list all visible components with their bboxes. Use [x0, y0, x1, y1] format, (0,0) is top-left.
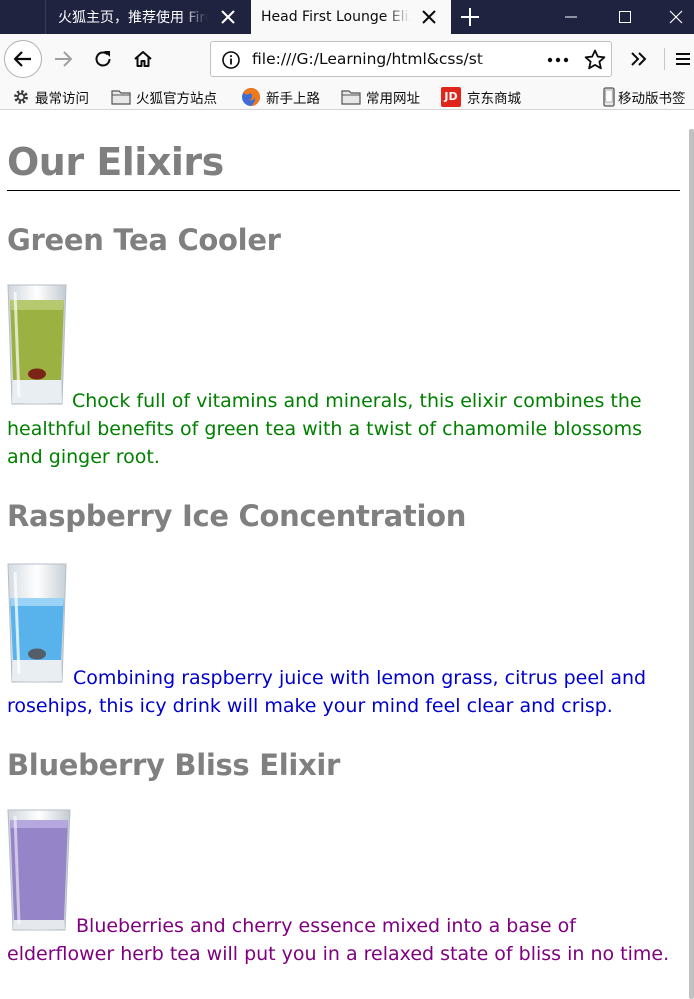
- vertical-scrollbar[interactable]: [689, 129, 694, 999]
- folder-icon: [111, 90, 131, 105]
- tab-firefox-home[interactable]: 火狐主页，推荐使用 Firefox: [46, 0, 250, 34]
- description-line: rosehips, this icy drink will make your …: [7, 695, 613, 717]
- description-line: Blueberries and cherry essence mixed int…: [76, 915, 576, 937]
- drink-heading-raspberry: Raspberry Ice Concentration: [7, 499, 467, 533]
- close-icon: [669, 10, 683, 24]
- drink-heading-blueberry: Blueberry Bliss Elixir: [7, 748, 341, 782]
- menu-button[interactable]: [672, 44, 694, 74]
- description-line: healthful benefits of green tea with a t…: [7, 418, 643, 440]
- folder-icon: [341, 90, 361, 105]
- back-button[interactable]: [4, 40, 42, 78]
- forward-button[interactable]: [48, 44, 78, 74]
- bookmark-label: 常用网址: [366, 91, 420, 107]
- bookmark-most-visited[interactable]: 最常访问: [12, 86, 89, 108]
- page-title: Our Elixirs: [7, 140, 224, 184]
- bookmark-label: 京东商城: [467, 91, 521, 107]
- minimize-button[interactable]: [547, 0, 595, 34]
- window-close-button[interactable]: [652, 0, 694, 34]
- bookmark-label: 火狐官方站点: [136, 91, 217, 107]
- blueberry-glass-image: [7, 809, 71, 931]
- description-line: and ginger root.: [7, 446, 160, 468]
- minimize-icon: [565, 16, 577, 18]
- bookmark-common-sites[interactable]: 常用网址: [341, 86, 420, 108]
- drink-heading-green-tea: Green Tea Cooler: [7, 223, 281, 257]
- tab-strip: 火狐主页，推荐使用 Firefox Head First Lounge Elix…: [0, 0, 694, 34]
- bookmark-label: 最常访问: [35, 91, 89, 107]
- maximize-icon: [619, 11, 631, 23]
- raspberry-glass-image: [7, 563, 67, 683]
- bookmark-getting-started[interactable]: 新手上路: [241, 86, 320, 108]
- bookmark-firefox-official[interactable]: 火狐官方站点: [111, 86, 217, 108]
- forward-icon: [55, 51, 72, 67]
- page-content: Our Elixirs Green Tea Cooler Chock full …: [0, 111, 694, 999]
- jd-icon: JD: [441, 87, 461, 107]
- close-icon[interactable]: [220, 9, 236, 25]
- reload-icon: [95, 51, 111, 67]
- back-icon: [13, 51, 31, 67]
- firefox-icon: [242, 88, 260, 106]
- maximize-button[interactable]: [601, 0, 649, 34]
- close-icon[interactable]: [421, 9, 437, 25]
- tab-title: 火狐主页，推荐使用 Firefox: [58, 10, 208, 26]
- tab-title: Head First Lounge Elixirs: [261, 9, 411, 25]
- bookmark-jd[interactable]: JD 京东商城: [441, 86, 521, 108]
- bookmark-label: 新手上路: [266, 91, 320, 107]
- url-bar[interactable]: file:///G:/Learning/html&css/st: [210, 41, 612, 77]
- page-actions-icon[interactable]: [545, 48, 571, 72]
- description-line: elderflower herb tea will put you in a r…: [7, 943, 670, 965]
- bookmark-mobile[interactable]: 移动版书签: [603, 86, 686, 108]
- url-input[interactable]: file:///G:/Learning/html&css/st: [252, 50, 507, 68]
- star-icon[interactable]: [583, 48, 607, 72]
- reload-button[interactable]: [88, 44, 118, 74]
- menu-icon: [676, 53, 690, 65]
- description-line: Chock full of vitamins and minerals, thi…: [72, 390, 642, 412]
- toolbar-divider: [664, 48, 665, 70]
- navigation-toolbar: file:///G:/Learning/html&css/st: [0, 34, 694, 84]
- jd-logo-text: JD: [444, 90, 458, 103]
- green-tea-glass-image: [7, 284, 67, 405]
- bookmark-label: 移动版书签: [618, 91, 686, 107]
- title-underline: [7, 190, 680, 191]
- bookmarks-toolbar: 最常访问 火狐官方站点 新手上路 常用网址 JD 京东商城 移动版书签: [0, 84, 694, 110]
- tab-head-first-lounge[interactable]: Head First Lounge Elixirs: [251, 0, 451, 34]
- gear-icon: [14, 90, 28, 104]
- new-tab-icon[interactable]: [458, 5, 482, 29]
- overflow-button[interactable]: [624, 44, 654, 74]
- mobile-icon: [603, 87, 615, 107]
- home-button[interactable]: [128, 44, 158, 74]
- info-icon[interactable]: [221, 50, 241, 70]
- overflow-icon: [631, 52, 647, 66]
- description-line: Combining raspberry juice with lemon gra…: [73, 667, 647, 689]
- home-icon: [134, 51, 152, 67]
